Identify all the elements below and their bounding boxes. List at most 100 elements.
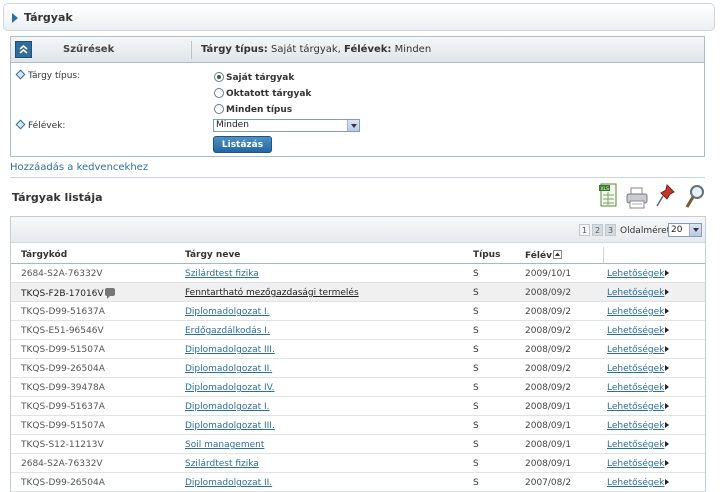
radio-selected-icon[interactable]: [214, 72, 224, 82]
table-row[interactable]: TKQS-D99-51507A Diplomadolgozat III. S 2008…: [11, 340, 705, 359]
cell-name-link[interactable]: Diplomadolgozat IV.: [185, 383, 275, 393]
cell-type: S: [473, 478, 479, 488]
cell-semester: 2008/09/2: [525, 383, 571, 393]
options-menu-link[interactable]: Lehetőségek: [607, 440, 670, 450]
filter-header-label[interactable]: Szűrések: [63, 44, 114, 55]
table-row[interactable]: TKQS-D99-51637A Diplomadolgozat I. S 2008/0…: [11, 302, 705, 321]
search-icon[interactable]: [684, 182, 706, 212]
cell-type-text: S: [473, 402, 479, 412]
cell-name-link[interactable]: Szilárdtest fizika: [185, 459, 259, 469]
cell-name-link[interactable]: Soil management: [185, 440, 264, 450]
cell-semester: 2008/09/1: [525, 440, 571, 450]
options-menu-link[interactable]: Lehetőségek: [607, 269, 670, 279]
cell-name-link[interactable]: Diplomadolgozat II.: [185, 364, 272, 374]
cell-type: S: [473, 326, 479, 336]
cell-name-link-text: Soil management: [185, 440, 265, 450]
cell-semester-text: 2008/09/2: [525, 364, 572, 374]
col-header-semester[interactable]: Félév: [525, 250, 562, 261]
chevron-down-icon[interactable]: [689, 224, 701, 236]
excel-export-icon[interactable]: XLS: [598, 182, 620, 212]
cell-type: S: [473, 440, 479, 450]
options-label: Lehetőségek: [607, 478, 665, 488]
options-menu-link[interactable]: Lehetőségek: [607, 364, 670, 374]
cell-semester: 2008/09/2: [525, 345, 571, 355]
radio-all-types[interactable]: Minden típus: [214, 104, 292, 115]
page-1[interactable]: 1: [579, 224, 590, 236]
cell-name-link[interactable]: Diplomadolgozat III.: [185, 421, 275, 431]
cell-name-link-text: Diplomadolgozat III.: [185, 421, 275, 431]
print-icon[interactable]: [626, 182, 648, 212]
diamond-bullet-icon: [15, 69, 26, 80]
add-to-favorites-link[interactable]: Hozzáadás a kedvencekhez: [10, 162, 148, 173]
cell-code: TKQS-D99-51507A: [21, 421, 105, 431]
page-size-select[interactable]: 20: [668, 223, 702, 237]
table-row[interactable]: TKQS-F2B-17016V Fenntartható mezőgazdaság…: [11, 283, 705, 302]
cell-code-text: TKQS-S12-11213V: [21, 440, 104, 450]
diamond-bullet-icon: [15, 119, 26, 130]
comment-icon[interactable]: [104, 288, 115, 299]
table-row[interactable]: TKQS-S12-11213V Soil management S 2008/09/1…: [11, 435, 705, 454]
options-label: Lehetőségek: [607, 307, 665, 317]
list-button[interactable]: Listázás: [213, 136, 272, 153]
table-row[interactable]: TKQS-D99-51637A Diplomadolgozat I. S 2008/0…: [11, 397, 705, 416]
chevron-down-icon[interactable]: [347, 120, 359, 131]
cell-semester-text: 2008/09/2: [525, 288, 572, 298]
filter-summary: Tárgy típus: Saját tárgyak, Félévek: Min…: [201, 44, 431, 55]
table-row[interactable]: TKQS-D99-26504A Diplomadolgozat II. S 2007/…: [11, 473, 705, 492]
col-header-semester-text: Félév: [525, 251, 552, 261]
cell-type-text: S: [473, 440, 479, 450]
options-menu-link[interactable]: Lehetőségek: [607, 288, 670, 298]
radio-icon[interactable]: [214, 104, 224, 114]
options-menu-link[interactable]: Lehetőségek: [607, 383, 670, 393]
cell-code: TKQS-D99-39478A: [21, 383, 105, 393]
cell-semester-text: 2008/09/1: [525, 440, 572, 450]
grid-toolbar: 1 2 3 Oldalméret 20: [11, 217, 705, 243]
pin-icon[interactable]: [655, 182, 677, 212]
cell-name-link[interactable]: Diplomadolgozat II.: [185, 478, 272, 488]
type-filter-label-text: Tárgy típus:: [28, 71, 81, 81]
cell-name-link[interactable]: Erdőgazdálkodás I.: [185, 326, 270, 336]
cell-type: S: [473, 421, 479, 431]
table-row[interactable]: TKQS-D99-51507A Diplomadolgozat III. S 2008…: [11, 416, 705, 435]
col-header-code[interactable]: Tárgykód: [21, 250, 67, 260]
collapse-up-icon[interactable]: [15, 41, 32, 58]
radio-own-subjects[interactable]: Saját tárgyak: [214, 72, 294, 83]
sort-asc-icon[interactable]: [552, 250, 562, 259]
options-menu-link[interactable]: Lehetőségek: [607, 478, 670, 488]
options-menu-link[interactable]: Lehetőségek: [607, 421, 670, 431]
table-row[interactable]: 2684-S2A-76332V Szilárdtest fizika S 2008/0…: [11, 454, 705, 473]
table-row[interactable]: 2684-S2A-76332V Szilárdtest fizika S 2009/1…: [11, 264, 705, 283]
cell-name-link[interactable]: Diplomadolgozat I.: [185, 402, 270, 412]
table-row[interactable]: TKQS-D99-39478A Diplomadolgozat IV. S 2008/…: [11, 378, 705, 397]
radio-icon[interactable]: [214, 88, 224, 98]
cell-name-link[interactable]: Diplomadolgozat III.: [185, 345, 275, 355]
col-header-name[interactable]: Tárgy neve: [185, 250, 240, 260]
options-menu-link[interactable]: Lehetőségek: [607, 459, 670, 469]
page-3[interactable]: 3: [605, 224, 616, 236]
col-header-type[interactable]: Típus: [473, 250, 500, 260]
cell-type: S: [473, 364, 479, 374]
options-menu-link[interactable]: Lehetőségek: [607, 307, 670, 317]
page-size-value: 20: [671, 225, 683, 235]
cell-type-text: S: [473, 478, 479, 488]
cell-name-link[interactable]: Fenntartható mezőgazdasági termelés: [185, 288, 359, 298]
options-label: Lehetőségek: [607, 402, 665, 412]
caret-right-icon: [665, 479, 670, 485]
radio-taught-subjects[interactable]: Oktatott tárgyak: [214, 88, 311, 99]
options-menu-link[interactable]: Lehetőségek: [607, 402, 670, 412]
summary-type-label: Tárgy típus:: [201, 44, 268, 55]
options-label: Lehetőségek: [607, 459, 665, 469]
table-row[interactable]: TKQS-D99-26504A Diplomadolgozat II. S 2008/…: [11, 359, 705, 378]
cell-semester-text: 2008/09/1: [525, 421, 572, 431]
options-label: Lehetőségek: [607, 440, 665, 450]
options-menu-link[interactable]: Lehetőségek: [607, 345, 670, 355]
cell-code-text: TKQS-D99-26504A: [21, 478, 105, 488]
cell-code-text: TKQS-D99-51637A: [21, 307, 105, 317]
options-menu-link[interactable]: Lehetőségek: [607, 326, 670, 336]
cell-name-link[interactable]: Szilárdtest fizika: [185, 269, 259, 279]
table-row[interactable]: TKQS-E51-96546V Erdőgazdálkodás I. S 2008/0…: [11, 321, 705, 340]
cell-name-link[interactable]: Diplomadolgozat I.: [185, 307, 270, 317]
page-2[interactable]: 2: [592, 224, 603, 236]
semester-select[interactable]: Minden: [213, 119, 360, 132]
caret-right-icon: [665, 441, 670, 447]
